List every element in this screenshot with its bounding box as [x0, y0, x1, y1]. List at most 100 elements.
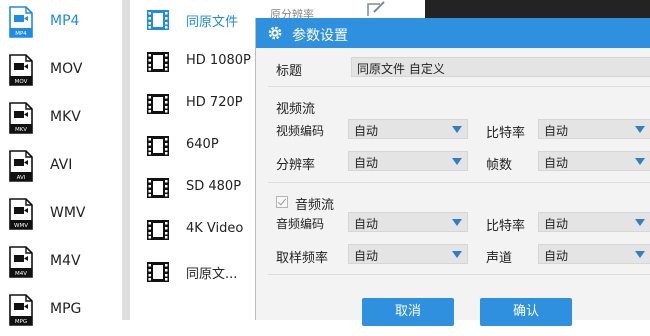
preset-item-label: 640P — [186, 137, 219, 152]
title-input[interactable]: 同原文件 自定义 — [351, 57, 650, 77]
format-badge-text: M4V — [15, 271, 27, 277]
file-format-icon: MP4 — [9, 6, 33, 38]
title-input-value: 同原文件 自定义 — [357, 62, 445, 76]
preset-item[interactable]: SD 480P — [130, 168, 255, 210]
film-strip-icon — [147, 262, 169, 282]
file-format-icon: AVI — [9, 150, 33, 182]
dropdown-arrow-icon — [452, 158, 462, 165]
preset-item[interactable]: HD 720P — [130, 84, 255, 126]
format-badge-text: AVI — [17, 175, 26, 181]
format-item-label: MKV — [50, 109, 81, 125]
audio-encoder-select[interactable]: 自动 — [348, 212, 468, 232]
channel-label: 声道 — [486, 251, 513, 266]
audio-bitrate-value: 自动 — [544, 217, 569, 231]
video-encoder-select[interactable]: 自动 — [348, 119, 468, 139]
audio-bitrate-label: 比特率 — [486, 219, 526, 234]
framerate-value: 自动 — [544, 156, 569, 170]
film-strip-icon — [147, 178, 169, 198]
dropdown-arrow-icon — [452, 126, 462, 133]
resolution-select[interactable]: 自动 — [348, 151, 468, 171]
file-format-icon: M4V — [9, 246, 33, 278]
framerate-label: 帧数 — [486, 158, 513, 173]
format-item-label: AVI — [50, 157, 73, 173]
preset-item[interactable]: 640P — [130, 126, 255, 168]
format-item-label: MPG — [50, 301, 82, 317]
preset-item-label: 同原文... — [186, 267, 238, 282]
format-list: MP4 MP4 MOV MOV MKV MKV AVI AVI WMV WMV M4V M4V MPG M… — [0, 0, 123, 326]
format-item[interactable]: WMV WMV — [0, 192, 122, 240]
dropdown-arrow-icon — [635, 158, 645, 165]
video-bitrate-select[interactable]: 自动 — [538, 119, 650, 139]
format-item[interactable]: MP4 MP4 — [0, 0, 122, 48]
format-badge-text: WMV — [14, 223, 28, 229]
channel-select[interactable]: 自动 — [538, 244, 650, 264]
film-strip-icon — [147, 94, 169, 114]
samplerate-select[interactable]: 自动 — [348, 244, 468, 264]
format-badge-text: MP4 — [15, 31, 27, 37]
samplerate-label: 取样频率 — [276, 251, 329, 266]
file-format-icon: MKV — [9, 102, 33, 134]
confirm-button[interactable]: 确认 — [480, 298, 572, 326]
format-item-label: M4V — [50, 253, 81, 269]
audio-section-heading: 音频流 — [295, 198, 335, 213]
film-strip-icon — [147, 52, 169, 72]
video-bitrate-label: 比特率 — [486, 126, 526, 141]
format-item-label: MOV — [50, 61, 83, 77]
format-item[interactable]: MKV MKV — [0, 96, 122, 144]
format-item-label: MP4 — [50, 13, 80, 29]
preview-area — [425, 0, 650, 18]
dropdown-arrow-icon — [452, 251, 462, 258]
divider — [268, 182, 650, 183]
file-format-icon: MPG — [9, 294, 33, 326]
preset-item[interactable]: 同原文件 — [130, 0, 255, 42]
format-list-scrollbar[interactable] — [122, 0, 130, 320]
edit-icon[interactable] — [360, 0, 392, 18]
format-badge-text: MOV — [15, 79, 28, 85]
film-strip-icon — [147, 10, 169, 30]
file-format-icon: WMV — [9, 198, 33, 230]
video-section-heading: 视频流 — [276, 102, 316, 117]
dropdown-arrow-icon — [452, 219, 462, 226]
format-item-label: WMV — [50, 205, 86, 221]
preset-list: 同原文件 HD 1080P HD 720P 640P SD 480P 4K Video 同原… — [130, 0, 255, 320]
format-item[interactable]: AVI AVI — [0, 144, 122, 192]
audio-enable-checkbox[interactable] — [276, 196, 288, 208]
video-bitrate-value: 自动 — [544, 124, 569, 138]
preset-item-label: 同原文件 — [186, 15, 239, 30]
dialog-title: 参数设置 — [292, 28, 348, 44]
preset-item[interactable]: HD 1080P — [130, 42, 255, 84]
gear-icon — [268, 26, 282, 40]
audio-bitrate-select[interactable]: 自动 — [538, 212, 650, 232]
dropdown-arrow-icon — [635, 126, 645, 133]
dropdown-arrow-icon — [635, 219, 645, 226]
preset-item[interactable]: 同原文... — [130, 252, 255, 294]
film-strip-icon — [147, 220, 169, 240]
audio-encoder-label: 音频编码 — [276, 217, 325, 231]
preset-item-label: SD 480P — [186, 179, 242, 194]
title-label: 标题 — [276, 64, 303, 79]
samplerate-value: 自动 — [354, 249, 379, 263]
format-item[interactable]: M4V M4V — [0, 240, 122, 288]
film-strip-icon — [147, 136, 169, 156]
video-encoder-value: 自动 — [354, 124, 379, 138]
audio-encoder-value: 自动 — [354, 217, 379, 231]
video-encoder-label: 视频编码 — [276, 124, 325, 138]
resolution-value: 自动 — [354, 156, 379, 170]
preset-item[interactable]: 4K Video — [130, 210, 255, 252]
file-format-icon: MOV — [9, 54, 33, 86]
settings-dialog: 参数设置 标题 同原文件 自定义 视频流 视频编码 自动 比特率 自动 分辨率 … — [255, 18, 650, 326]
preset-item-label: 4K Video — [186, 221, 244, 236]
resolution-label: 分辨率 — [276, 158, 316, 173]
framerate-select[interactable]: 自动 — [538, 151, 650, 171]
dialog-header: 参数设置 — [256, 18, 650, 48]
divider — [268, 274, 650, 275]
preset-item-label: HD 720P — [186, 95, 243, 110]
format-badge-text: MKV — [15, 127, 27, 133]
format-item[interactable]: MOV MOV — [0, 48, 122, 96]
cancel-button[interactable]: 取消 — [362, 298, 454, 326]
channel-value: 自动 — [544, 249, 569, 263]
preset-item-label: HD 1080P — [186, 53, 251, 68]
divider — [268, 86, 650, 87]
format-item[interactable]: MPG MPG — [0, 288, 122, 336]
dropdown-arrow-icon — [635, 251, 645, 258]
